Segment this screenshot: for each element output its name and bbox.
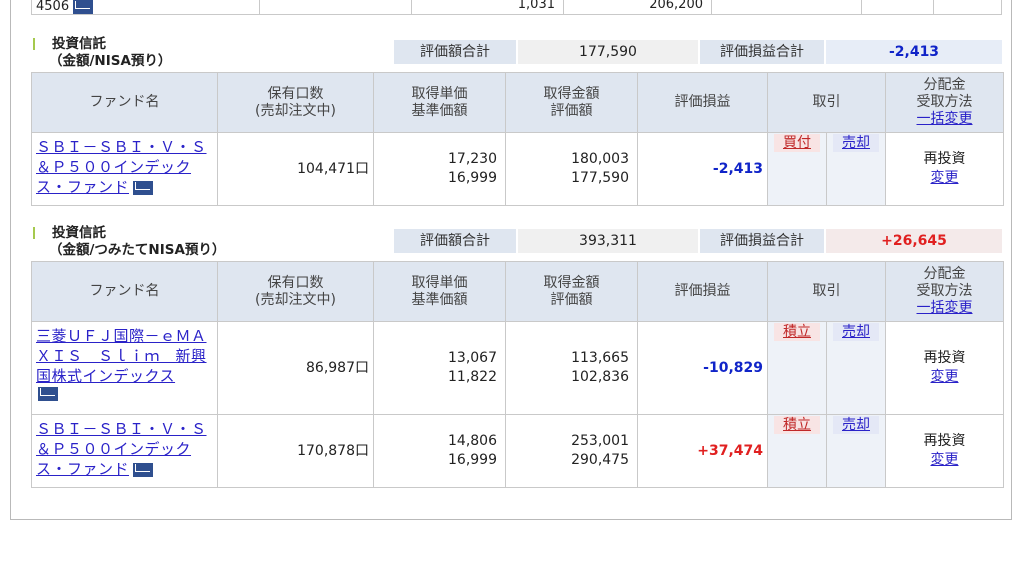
- pl-value: -10,829: [637, 321, 768, 415]
- mail-icon[interactable]: [73, 0, 94, 14]
- accumulate-button[interactable]: 積立: [774, 323, 820, 341]
- col-fund: ファンド名: [31, 261, 218, 322]
- table-header: ファンド名 保有口数 (売却注文中) 取得単価 基準価額 取得金額 評価額 評価損益 …: [31, 261, 1004, 322]
- table-header: ファンド名 保有口数 (売却注文中) 取得単価 基準価額 取得金額 評価額 評価損益 …: [31, 72, 1004, 133]
- holding-qty: 86,987口: [217, 321, 374, 415]
- section-title-nisa: 投資信託 （金額/NISA預り）: [33, 36, 172, 70]
- sell-button[interactable]: 売却: [833, 416, 879, 434]
- col-holding: 保有口数 (売却注文中): [217, 72, 374, 133]
- fund-name-cell: ＳＢＩ－ＳＢＩ・Ｖ・Ｓ ＆Ｐ５００インデック ス・ファンド: [31, 132, 218, 206]
- stock-code-cell: 4506: [31, 0, 260, 15]
- pl-value: -2,413: [637, 132, 768, 206]
- change-link[interactable]: 変更: [931, 369, 959, 385]
- fund-name-cell: 三菱ＵＦＪ国際－ｅＭＡ ＸＩＳ Ｓｌｉｍ 新興 国株式インデックス: [31, 321, 218, 415]
- section-title-line2: （金額/つみたてNISA預り）: [49, 242, 226, 258]
- stock-code: 4506: [36, 0, 70, 14]
- total-pl-label: 評価損益合計: [700, 40, 824, 64]
- section-title-line1: 投資信託: [52, 225, 106, 241]
- change-link[interactable]: 変更: [931, 452, 959, 468]
- col-distribution: 分配金 受取方法 一括変更: [885, 261, 1004, 322]
- bulk-change-link[interactable]: 一括変更: [917, 300, 973, 316]
- mail-icon[interactable]: [133, 463, 154, 477]
- trade-cell: 買付 売却: [767, 132, 886, 206]
- table-row: 4506 1,031 206,200: [31, 0, 1002, 15]
- stock-table-partial: 4506 1,031 206,200: [31, 0, 1002, 15]
- fund-name-cell: ＳＢＩ－ＳＢＩ・Ｖ・Ｓ ＆Ｐ５００インデック ス・ファンド: [31, 414, 218, 488]
- sell-button[interactable]: 売却: [833, 323, 879, 341]
- section-title-line2: （金額/NISA預り）: [49, 53, 172, 69]
- section-marker: [33, 227, 35, 239]
- buy-button[interactable]: 買付: [774, 134, 820, 152]
- total-pl: -2,413: [826, 40, 1002, 64]
- distribution-cell: 再投資 変更: [885, 132, 1004, 206]
- fund-name-link[interactable]: ＳＢＩ－ＳＢＩ・Ｖ・Ｓ ＆Ｐ５００インデック ス・ファンド: [36, 420, 207, 478]
- amount-cell: 180,003 177,590: [505, 132, 638, 206]
- col-fund: ファンド名: [31, 72, 218, 133]
- stock-qty: 1,031: [411, 0, 564, 15]
- total-value-label: 評価額合計: [394, 40, 516, 64]
- total-value: 393,311: [518, 229, 698, 253]
- distribution-cell: 再投資 変更: [885, 414, 1004, 488]
- total-pl-label: 評価損益合計: [700, 229, 824, 253]
- total-value: 177,590: [518, 40, 698, 64]
- sell-button[interactable]: 売却: [833, 134, 879, 152]
- col-distribution: 分配金 受取方法 一括変更: [885, 72, 1004, 133]
- accumulate-button[interactable]: 積立: [774, 416, 820, 434]
- col-amount: 取得金額 評価額: [505, 261, 638, 322]
- mail-icon[interactable]: [133, 181, 154, 195]
- fund-table-tsumitate: ファンド名 保有口数 (売却注文中) 取得単価 基準価額 取得金額 評価額 評価損益 …: [31, 261, 1004, 488]
- table-row: ＳＢＩ－ＳＢＩ・Ｖ・Ｓ ＆Ｐ５００インデック ス・ファンド 104,471口 17,…: [31, 132, 1004, 206]
- col-pl: 評価損益: [637, 261, 768, 322]
- mail-icon[interactable]: [38, 387, 58, 401]
- section-title-tsumitate: 投資信託 （金額/つみたてNISA預り）: [33, 225, 226, 259]
- col-trade: 取引: [767, 261, 886, 322]
- unit-cell: 14,806 16,999: [373, 414, 506, 488]
- amount-cell: 113,665 102,836: [505, 321, 638, 415]
- pl-value: +37,474: [637, 414, 768, 488]
- col-pl: 評価損益: [637, 72, 768, 133]
- col-unit: 取得単価 基準価額: [373, 72, 506, 133]
- col-holding: 保有口数 (売却注文中): [217, 261, 374, 322]
- fund-name-link[interactable]: ＳＢＩ－ＳＢＩ・Ｖ・Ｓ ＆Ｐ５００インデック ス・ファンド: [36, 138, 207, 196]
- distribution-cell: 再投資 変更: [885, 321, 1004, 415]
- holding-qty: 170,878口: [217, 414, 374, 488]
- holding-qty: 104,471口: [217, 132, 374, 206]
- table-row: 三菱ＵＦＪ国際－ｅＭＡ ＸＩＳ Ｓｌｉｍ 新興 国株式インデックス 86,987口 …: [31, 321, 1004, 415]
- unit-cell: 17,230 16,999: [373, 132, 506, 206]
- trade-cell: 積立 売却: [767, 321, 886, 415]
- total-pl: +26,645: [826, 229, 1002, 253]
- trade-cell: 積立 売却: [767, 414, 886, 488]
- stock-amount: 206,200: [563, 0, 712, 15]
- total-value-label: 評価額合計: [394, 229, 516, 253]
- col-amount: 取得金額 評価額: [505, 72, 638, 133]
- table-row: ＳＢＩ－ＳＢＩ・Ｖ・Ｓ ＆Ｐ５００インデック ス・ファンド 170,878口 14,…: [31, 414, 1004, 488]
- fund-table-nisa: ファンド名 保有口数 (売却注文中) 取得単価 基準価額 取得金額 評価額 評価損益 …: [31, 72, 1004, 206]
- unit-cell: 13,067 11,822: [373, 321, 506, 415]
- fund-name-link[interactable]: 三菱ＵＦＪ国際－ｅＭＡ ＸＩＳ Ｓｌｉｍ 新興 国株式インデックス: [36, 327, 207, 385]
- bulk-change-link[interactable]: 一括変更: [917, 111, 973, 127]
- change-link[interactable]: 変更: [931, 170, 959, 186]
- section-title-line1: 投資信託: [52, 36, 106, 52]
- col-trade: 取引: [767, 72, 886, 133]
- amount-cell: 253,001 290,475: [505, 414, 638, 488]
- section-marker: [33, 38, 35, 50]
- col-unit: 取得単価 基準価額: [373, 261, 506, 322]
